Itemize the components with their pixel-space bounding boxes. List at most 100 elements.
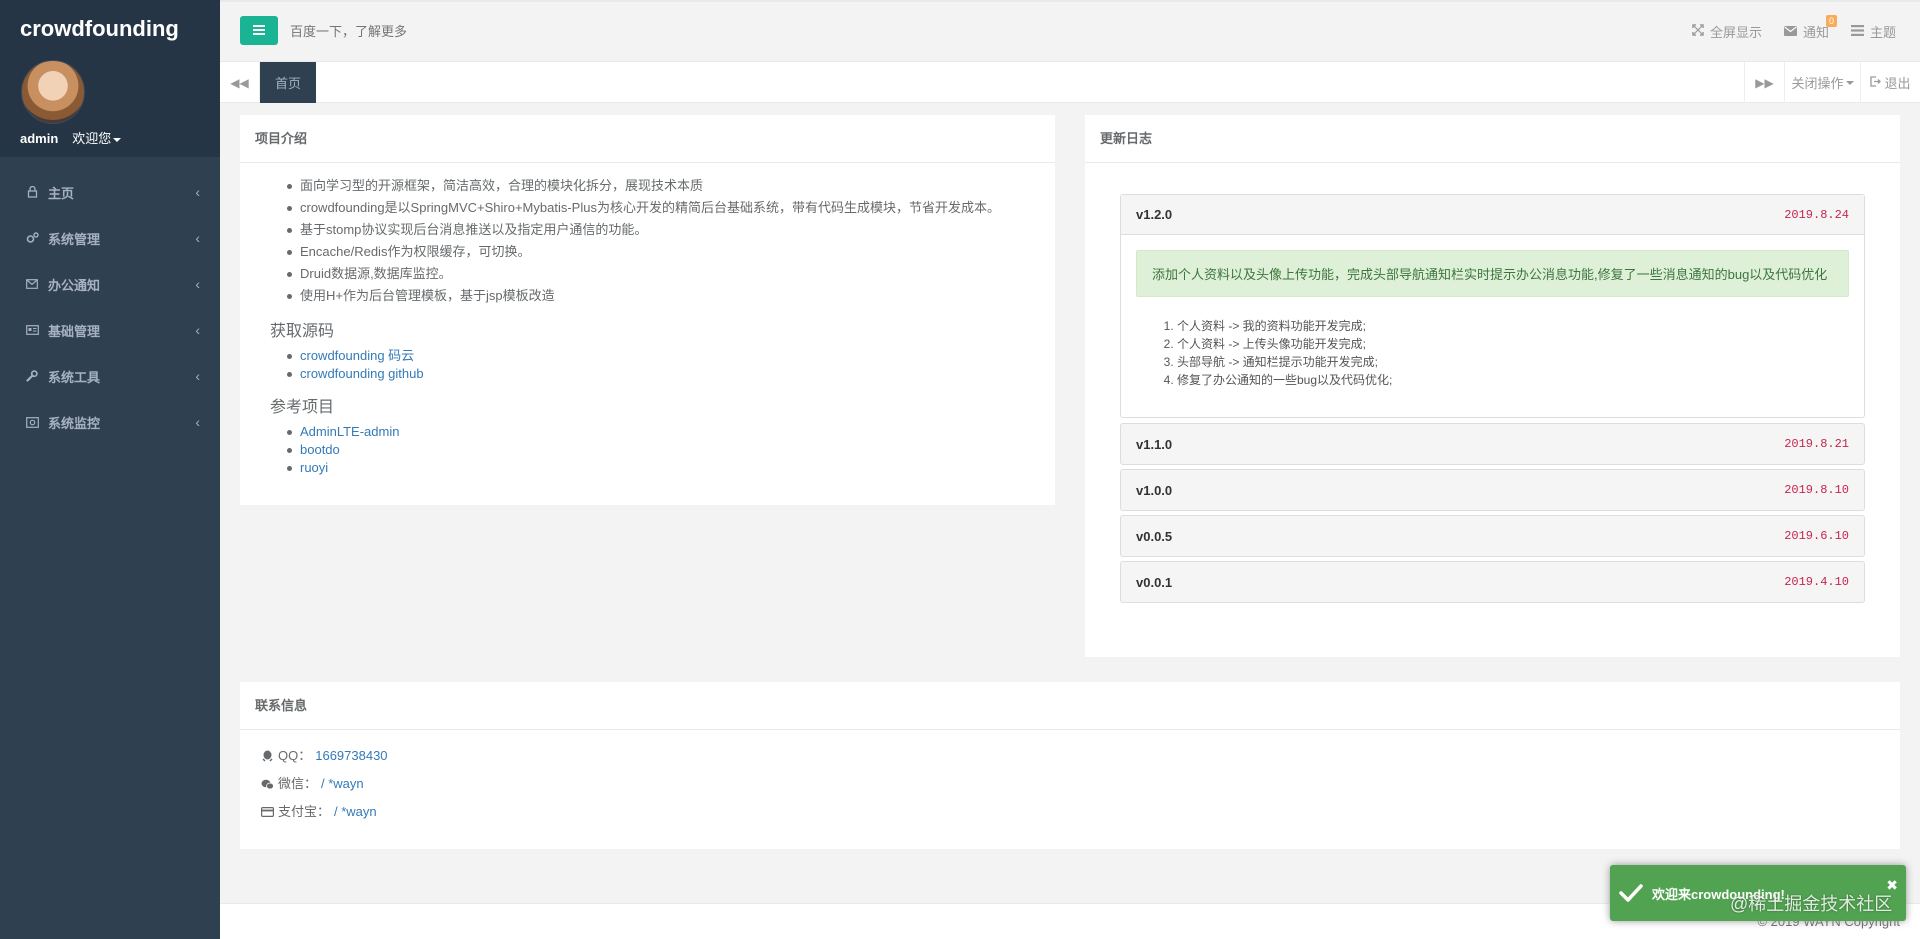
notification-button[interactable]: 通知 0	[1783, 15, 1837, 41]
contact-panel: 联系信息 QQ： 1669738430 微信： / *wayn 支付宝： / *…	[240, 682, 1900, 849]
search-input[interactable]	[290, 18, 610, 44]
alipay-link[interactable]: / *wayn	[334, 798, 377, 826]
github-link[interactable]: crowdfounding github	[300, 366, 424, 381]
sidebar-item-office-notice[interactable]: 办公通知 ‹	[0, 261, 220, 307]
version-label: v1.1.0	[1136, 436, 1173, 452]
list-item: 个人资料 -> 上传头像功能开发完成;	[1177, 335, 1864, 353]
sidebar-nav: 主页 ‹ 系统管理 ‹ 办公通知 ‹ 基础管理 ‹ 系统工具 ‹ 系统监控 ‹	[0, 157, 220, 445]
changelog-entry-header[interactable]: v0.0.1 2019.4.10	[1121, 562, 1864, 602]
reference-links: AdminLTE-admin bootdo ruoyi	[270, 423, 1040, 477]
panel-title: 更新日志	[1085, 115, 1900, 163]
changelog-entry-open: v1.2.0 2019.8.24 添加个人资料以及头像上传功能，完成头部导航通知…	[1120, 194, 1865, 418]
chevron-left-icon: ‹	[195, 368, 200, 384]
list-icon	[1850, 24, 1864, 39]
panel-title: 项目介绍	[240, 115, 1055, 163]
contact-label: 微信：	[278, 776, 318, 791]
id-card-icon	[24, 325, 40, 335]
sidebar-item-basic-management[interactable]: 基础管理 ‹	[0, 307, 220, 353]
brand-logo[interactable]: crowdfounding	[0, 0, 220, 60]
tab-home[interactable]: 首页	[260, 62, 316, 103]
gitee-link[interactable]: crowdfounding 码云	[300, 348, 414, 363]
changelog-entry-header[interactable]: v1.2.0 2019.8.24	[1121, 195, 1864, 235]
profile-dropdown[interactable]: admin 欢迎您	[20, 128, 122, 147]
logout-label: 退出	[1884, 76, 1911, 91]
theme-button[interactable]: 主题	[1850, 22, 1896, 41]
version-label: v1.0.0	[1136, 482, 1173, 498]
backward-icon: ◀◀	[230, 75, 249, 90]
contact-label: 支付宝：	[278, 804, 331, 819]
adminlte-link[interactable]: AdminLTE-admin	[300, 424, 399, 439]
watermark: @稀土掘金技术社区	[1730, 894, 1893, 914]
contact-body: QQ： 1669738430 微信： / *wayn 支付宝： / *wayn	[240, 730, 1900, 838]
sidebar-item-system-monitor[interactable]: 系统监控 ‹	[0, 399, 220, 445]
list-item: ruoyi	[287, 459, 1040, 477]
chevron-left-icon: ‹	[195, 414, 200, 430]
caret-down-icon	[113, 137, 122, 142]
monitor-icon	[24, 416, 40, 428]
caret-down-icon	[1845, 80, 1854, 85]
chevron-left-icon: ‹	[195, 322, 200, 338]
sidebar-item-system-tools[interactable]: 系统工具 ‹	[0, 353, 220, 399]
fullscreen-label: 全屏显示	[1709, 25, 1762, 40]
sidebar-item-label: 办公通知	[48, 277, 101, 293]
tab-scroll-left-button[interactable]: ◀◀	[220, 62, 260, 103]
version-date: 2019.4.10	[1784, 575, 1849, 589]
sign-out-icon	[1870, 75, 1882, 90]
list-item: Encache/Redis作为权限缓存，可切换。	[287, 241, 1040, 263]
envelope-icon	[1783, 24, 1797, 39]
changelog-entry-header[interactable]: v1.1.0 2019.8.21	[1121, 424, 1864, 464]
chevron-left-icon: ‹	[195, 276, 200, 292]
gears-icon	[24, 232, 40, 244]
list-item: crowdfounding 码云	[287, 347, 1040, 365]
menu-toggle-button[interactable]	[240, 16, 278, 45]
sidebar-item-label: 系统工具	[48, 369, 101, 385]
version-label: v0.0.5	[1136, 528, 1173, 544]
notification-badge: 0	[1825, 15, 1837, 27]
user-profile: admin 欢迎您	[0, 60, 220, 157]
sidebar-item-system-management[interactable]: 系统管理 ‹	[0, 215, 220, 261]
version-date: 2019.8.21	[1784, 437, 1849, 451]
logout-button[interactable]: 退出	[1860, 62, 1920, 103]
list-item: 头部导航 -> 通知栏提示功能开发完成;	[1177, 353, 1864, 371]
project-intro-panel: 项目介绍 面向学习型的开源框架，简洁高效，合理的模块化拆分，展现技术本质 cro…	[240, 115, 1055, 505]
list-item: bootdo	[287, 441, 1040, 459]
changelog-entry[interactable]: v1.0.0 2019.8.10	[1120, 469, 1865, 511]
project-intro-body: 面向学习型的开源框架，简洁高效，合理的模块化拆分，展现技术本质 crowdfou…	[240, 163, 1055, 477]
qq-link[interactable]: 1669738430	[315, 742, 387, 770]
list-item: crowdfounding github	[287, 365, 1040, 383]
list-item: 使用H+作为后台管理模板，基于jsp模板改造	[287, 285, 1040, 307]
wrench-icon	[24, 370, 40, 382]
forward-icon: ▶▶	[1755, 75, 1774, 90]
sidebar-item-label: 主页	[48, 185, 75, 201]
list-item: 修复了办公通知的一些bug以及代码优化;	[1177, 371, 1864, 389]
version-date: 2019.8.24	[1784, 207, 1849, 222]
version-label: v0.0.1	[1136, 574, 1173, 590]
changelog-entry[interactable]: v0.0.1 2019.4.10	[1120, 561, 1865, 603]
home-icon	[24, 186, 40, 198]
changelog-summary-alert: 添加个人资料以及头像上传功能，完成头部导航通知栏实时提示办公消息功能,修复了一些…	[1136, 250, 1849, 297]
changelog-entry[interactable]: v0.0.5 2019.6.10	[1120, 515, 1865, 557]
sidebar-item-label: 系统监控	[48, 415, 101, 431]
changelog-entry[interactable]: v1.1.0 2019.8.21	[1120, 423, 1865, 465]
sidebar-item-home[interactable]: 主页 ‹	[0, 169, 220, 215]
list-item: 个人资料 -> 我的资料功能开发完成;	[1177, 317, 1864, 335]
bootdo-link[interactable]: bootdo	[300, 442, 340, 457]
chevron-left-icon: ‹	[195, 184, 200, 200]
ruoyi-link[interactable]: ruoyi	[300, 460, 328, 475]
wechat-icon	[260, 779, 274, 790]
qq-icon	[260, 750, 274, 762]
checkmark-icon	[1610, 883, 1652, 903]
expand-icon	[1692, 24, 1704, 39]
bars-icon	[253, 22, 265, 39]
fullscreen-button[interactable]: 全屏显示	[1692, 22, 1762, 41]
changelog-entry-header[interactable]: v0.0.5 2019.6.10	[1121, 516, 1864, 556]
sidebar: crowdfounding admin 欢迎您 主页 ‹ 系统管理 ‹ 办公通知	[0, 0, 220, 939]
tab-scroll-right-button[interactable]: ▶▶	[1744, 62, 1784, 103]
close-operations-dropdown[interactable]: 关闭操作	[1784, 62, 1860, 103]
changelog-entry-header[interactable]: v1.0.0 2019.8.10	[1121, 470, 1864, 510]
intro-bullets: 面向学习型的开源框架，简洁高效，合理的模块化拆分，展现技术本质 crowdfou…	[270, 175, 1040, 307]
list-item: 面向学习型的开源框架，简洁高效，合理的模块化拆分，展现技术本质	[287, 175, 1040, 197]
wechat-link[interactable]: / *wayn	[321, 770, 364, 798]
contact-row-wechat: 微信： / *wayn	[260, 770, 1880, 798]
avatar[interactable]	[21, 60, 85, 124]
